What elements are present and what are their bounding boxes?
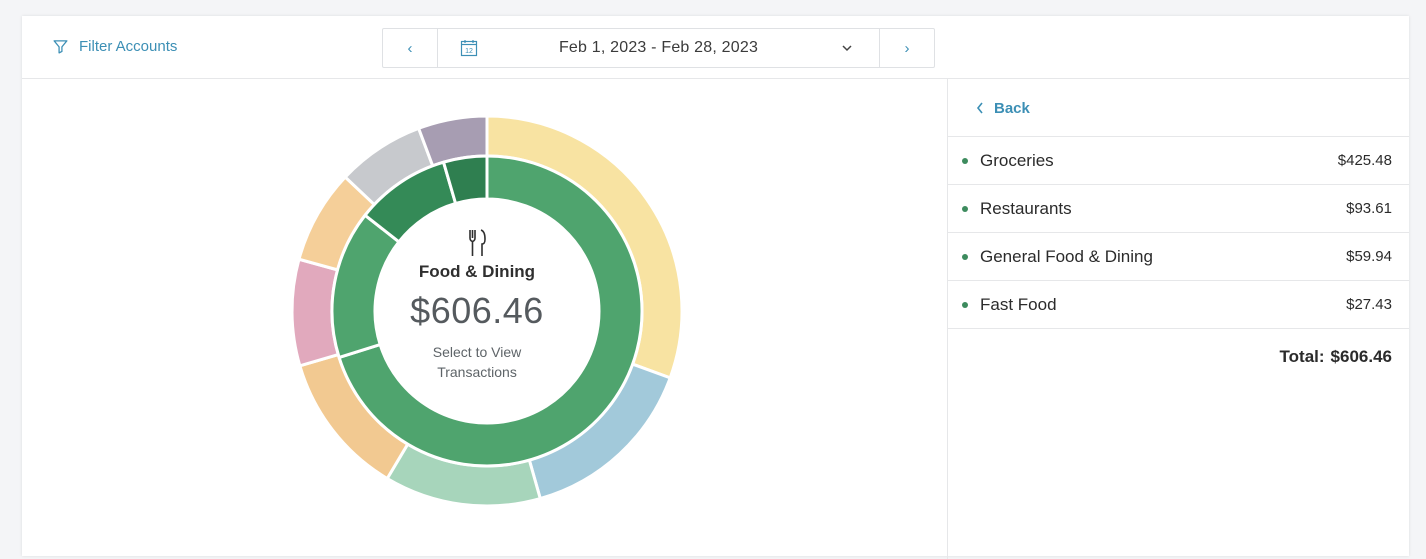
filter-icon: [53, 40, 68, 54]
chevron-right-icon: ›: [904, 39, 910, 57]
total-label: Total:: [1279, 346, 1325, 366]
date-range-text: Feb 1, 2023 - Feb 28, 2023: [558, 39, 759, 56]
fork-knife-icon: [469, 229, 486, 256]
back-label: Back: [994, 99, 1030, 117]
total-row: Total: $606.46: [948, 329, 1409, 384]
bullet-icon: [962, 253, 968, 260]
list-item[interactable]: General Food & Dining $59.94: [948, 233, 1409, 281]
svg-text:12: 12: [465, 48, 473, 55]
list-item[interactable]: Restaurants $93.61: [948, 185, 1409, 233]
chevron-left-icon: [976, 102, 983, 114]
calendar-icon: 12: [460, 40, 478, 57]
bullet-icon: [962, 157, 968, 164]
subcategory-amount: $93.61: [1346, 200, 1392, 217]
subcategory-label: Restaurants: [980, 198, 1072, 218]
filter-accounts-label: Filter Accounts: [79, 38, 178, 55]
next-period-button[interactable]: ›: [879, 29, 934, 67]
view-transactions-hint: Select to View Transactions: [277, 342, 677, 382]
subcategory-amount: $27.43: [1346, 296, 1392, 313]
toolbar: Filter Accounts ‹ 12 Feb 1, 2023 - Feb 2…: [22, 16, 1409, 79]
subcategory-amount: $425.48: [1337, 152, 1392, 169]
prev-period-button[interactable]: ‹: [383, 29, 438, 67]
bullet-icon: [962, 205, 968, 212]
back-button[interactable]: Back: [948, 80, 1409, 137]
list-item[interactable]: Groceries $425.48: [948, 137, 1409, 185]
date-range-dropdown[interactable]: 12 Feb 1, 2023 - Feb 28, 2023: [438, 29, 879, 67]
chevron-down-icon: [842, 45, 852, 52]
hint-line-1: Select to View: [432, 344, 522, 360]
subcategory-label: Groceries: [980, 150, 1054, 170]
date-range-picker: ‹ 12 Feb 1, 2023 - Feb 28, 2023 ›: [382, 28, 935, 68]
filter-accounts-button[interactable]: Filter Accounts: [52, 38, 177, 55]
chart-center-summary[interactable]: Food & Dining $606.46 Select to View Tra…: [277, 228, 677, 382]
category-breakdown-panel: Back Groceries $425.48 Restaurants $93.6…: [948, 80, 1409, 384]
list-item[interactable]: Fast Food $27.43: [948, 281, 1409, 329]
spending-card: Filter Accounts ‹ 12 Feb 1, 2023 - Feb 2…: [22, 16, 1409, 559]
subcategory-label: General Food & Dining: [980, 246, 1153, 266]
subcategory-amount: $59.94: [1346, 248, 1392, 265]
category-amount: $606.46: [410, 290, 544, 331]
chevron-left-icon: ‹: [407, 39, 413, 57]
hint-line-2: Transactions: [437, 364, 517, 380]
total-amount: $606.46: [1330, 346, 1392, 366]
bullet-icon: [962, 301, 968, 308]
subcategory-label: Fast Food: [980, 294, 1057, 314]
category-title: Food & Dining: [418, 262, 536, 281]
